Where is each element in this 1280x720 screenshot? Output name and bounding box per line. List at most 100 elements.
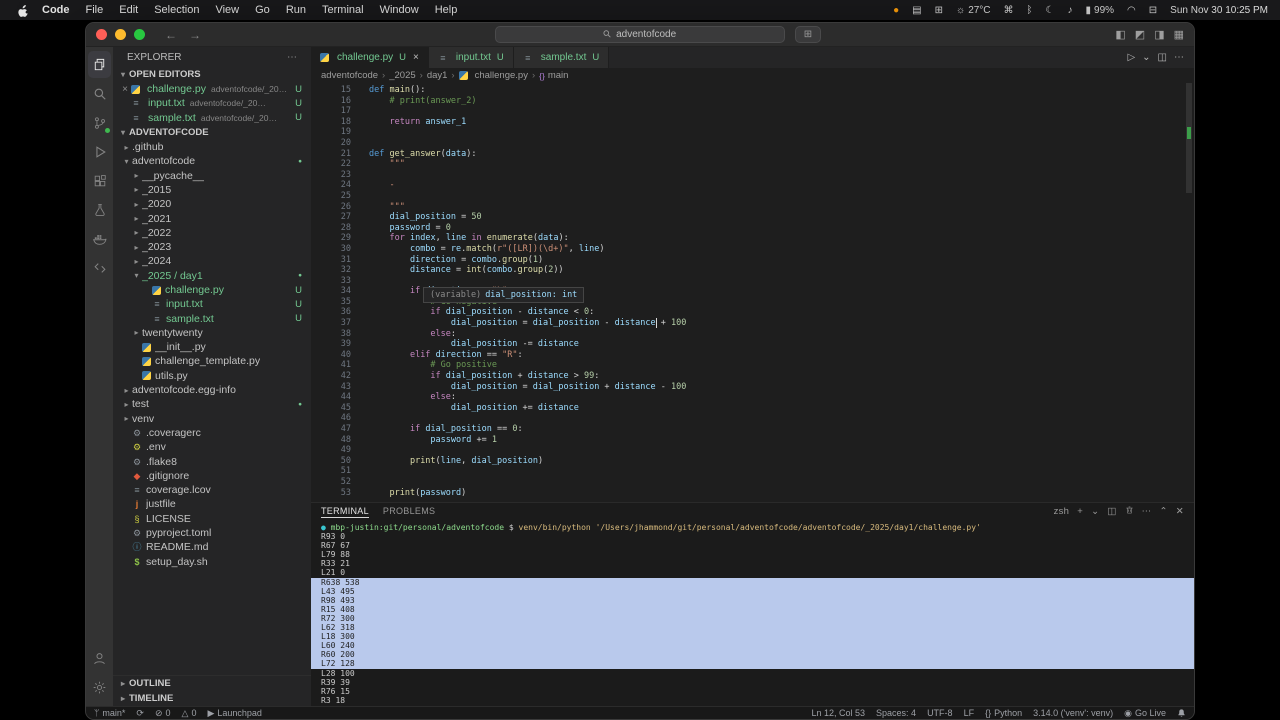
close-window-button[interactable] bbox=[96, 29, 107, 40]
tree-folder-twentytwenty[interactable]: ▸ twentytwenty bbox=[113, 326, 311, 340]
tree-folder-2024[interactable]: ▸ _2024 bbox=[113, 254, 311, 268]
tree-file-env[interactable]: ⚙ .env bbox=[113, 440, 311, 454]
toggle-primary-sidebar-button[interactable]: ◧ bbox=[1115, 28, 1125, 41]
toggle-panel-button[interactable]: ◩ bbox=[1135, 28, 1145, 41]
code-editor[interactable]: 15 def main(): 16 # print(answer_2) 17 18 re… bbox=[311, 83, 1194, 502]
activity-source-control[interactable] bbox=[88, 109, 111, 136]
sound-icon[interactable]: ♪ bbox=[1068, 5, 1073, 16]
menu-window[interactable]: Window bbox=[372, 4, 427, 16]
breadcrumb-item[interactable]: {} main bbox=[539, 70, 568, 81]
notifications-bell[interactable] bbox=[1177, 708, 1186, 718]
wifi-icon[interactable]: ◠ bbox=[1127, 5, 1136, 16]
terminal-more-button[interactable]: ⋯ bbox=[1142, 506, 1152, 517]
menu-view[interactable]: View bbox=[207, 4, 247, 16]
editor-more-button[interactable]: ⋯ bbox=[1174, 52, 1184, 63]
nav-forward-button[interactable]: → bbox=[183, 28, 207, 42]
tree-folder-test[interactable]: ▸ test ● bbox=[113, 397, 311, 411]
focus-mode-icon[interactable]: ☾ bbox=[1046, 5, 1055, 16]
customize-layout-button[interactable]: ▦ bbox=[1174, 28, 1184, 41]
tree-file-sample-txt[interactable]: ≡ sample.txt U bbox=[113, 311, 311, 325]
tab-challenge-py[interactable]: challenge.py U × bbox=[311, 47, 429, 68]
activity-testing[interactable] bbox=[88, 196, 111, 223]
explorer-more-actions-icon[interactable]: ⋯ bbox=[287, 52, 297, 63]
cursor-position-item[interactable]: Ln 12, Col 53 bbox=[811, 708, 865, 718]
activity-explorer[interactable] bbox=[88, 51, 111, 78]
kill-terminal-button[interactable] bbox=[1125, 505, 1134, 518]
command-center-extra-button[interactable]: ⊞ bbox=[795, 26, 821, 43]
clock-item[interactable]: Sun Nov 30 10:25 PM bbox=[1170, 5, 1268, 16]
bluetooth-icon[interactable]: ᛒ bbox=[1027, 5, 1033, 16]
tree-file-utils-py[interactable]: utils.py bbox=[113, 369, 311, 383]
open-editor-item[interactable]: ≡ input.txt adventofcode/_2025/day1 U bbox=[113, 96, 311, 110]
menu-help[interactable]: Help bbox=[427, 4, 466, 16]
close-panel-button[interactable]: ✕ bbox=[1176, 506, 1184, 517]
split-editor-button[interactable]: ◫ bbox=[1158, 52, 1167, 63]
menu-file[interactable]: File bbox=[78, 4, 112, 16]
activity-accounts[interactable] bbox=[88, 645, 111, 672]
zoom-window-button[interactable] bbox=[134, 29, 145, 40]
menu-go[interactable]: Go bbox=[247, 4, 278, 16]
open-editors-header[interactable]: ▾ OPEN EDITORS bbox=[113, 67, 311, 82]
menu-edit[interactable]: Edit bbox=[111, 4, 146, 16]
terminal-profile-dropdown[interactable]: ⌄ bbox=[1091, 506, 1099, 517]
open-editor-item[interactable]: ≡ sample.txt adventofcode/_2025/... U bbox=[113, 111, 311, 125]
launchpad-item[interactable]: ▶ Launchpad bbox=[207, 708, 261, 719]
tree-file-challenge-py[interactable]: challenge.py U bbox=[113, 283, 311, 297]
tree-folder-adventofcode-egg-info[interactable]: ▸ adventofcode.egg-info bbox=[113, 383, 311, 397]
go-live-item[interactable]: ◉ Go Live bbox=[1124, 708, 1166, 719]
tree-folder-adventofcode[interactable]: ▾ adventofcode ● bbox=[113, 154, 311, 168]
tree-file-init-py[interactable]: __init__.py bbox=[113, 340, 311, 354]
activity-run-and-debug[interactable] bbox=[88, 138, 111, 165]
tree-folder-2022[interactable]: ▸ _2022 bbox=[113, 226, 311, 240]
panel-tab-problems[interactable]: PROBLEMS bbox=[383, 506, 435, 518]
split-terminal-button[interactable]: ◫ bbox=[1107, 506, 1116, 517]
tree-folder-2021[interactable]: ▸ _2021 bbox=[113, 211, 311, 225]
maximize-panel-button[interactable]: ⌃ bbox=[1159, 506, 1167, 517]
terminal-shell-label[interactable]: zsh bbox=[1054, 506, 1070, 517]
breadcrumb-item[interactable]: day1 bbox=[427, 70, 448, 81]
outline-section-header[interactable]: ▸ OUTLINE bbox=[113, 676, 311, 691]
language-mode-item[interactable]: {} Python bbox=[985, 708, 1022, 718]
errors-item[interactable]: ⊘ 0 bbox=[155, 708, 171, 719]
tree-file-gitignore[interactable]: ◆ .gitignore bbox=[113, 469, 311, 483]
eol-item[interactable]: LF bbox=[964, 708, 975, 718]
sync-changes-item[interactable]: ⟳ bbox=[136, 708, 144, 719]
apple-menu[interactable] bbox=[12, 4, 34, 17]
run-dropdown[interactable]: ⌄ bbox=[1142, 52, 1150, 63]
activity-settings[interactable] bbox=[88, 674, 111, 701]
encoding-item[interactable]: UTF-8 bbox=[927, 708, 953, 718]
weather-item[interactable]: ☼ 27°C bbox=[956, 5, 991, 16]
tree-folder-venv[interactable]: ▸ venv bbox=[113, 412, 311, 426]
run-file-button[interactable]: ▷ bbox=[1127, 52, 1135, 63]
tree-file-justfile[interactable]: j justfile bbox=[113, 497, 311, 511]
activity-remote-explorer[interactable] bbox=[88, 254, 111, 281]
battery-item[interactable]: ▮ 99% bbox=[1086, 5, 1115, 16]
activity-search[interactable] bbox=[88, 80, 111, 107]
open-editor-item[interactable]: × challenge.py adventofcode/_202... U bbox=[113, 82, 311, 96]
menu-run[interactable]: Run bbox=[278, 4, 314, 16]
tree-folder-2020[interactable]: ▸ _2020 bbox=[113, 197, 311, 211]
toggle-secondary-sidebar-button[interactable]: ◨ bbox=[1154, 28, 1164, 41]
tree-file-input-txt[interactable]: ≡ input.txt U bbox=[113, 297, 311, 311]
tab-sample-txt[interactable]: ≡ sample.txt U bbox=[513, 47, 610, 68]
command-center-search[interactable]: ⚲ adventofcode bbox=[495, 26, 785, 43]
indentation-item[interactable]: Spaces: 4 bbox=[876, 708, 916, 718]
breadcrumb-item[interactable]: _2025 bbox=[389, 70, 415, 81]
screen-record-indicator[interactable]: ● bbox=[893, 5, 899, 16]
terminal-output[interactable]: ● mbp-justin:git/personal/adventofcode $… bbox=[311, 520, 1194, 706]
tree-file-challenge-template-py[interactable]: challenge_template.py bbox=[113, 354, 311, 368]
minimize-window-button[interactable] bbox=[115, 29, 126, 40]
close-icon[interactable]: × bbox=[413, 52, 419, 63]
tree-file-coverage-lcov[interactable]: ≡ coverage.lcov bbox=[113, 483, 311, 497]
python-interpreter-item[interactable]: 3.14.0 ('venv': venv) bbox=[1033, 708, 1113, 718]
tree-folder-github[interactable]: ▸ .github bbox=[113, 140, 311, 154]
git-branch-item[interactable]: ᛘ main* bbox=[94, 708, 125, 718]
breadcrumb-item[interactable]: adventofcode bbox=[321, 70, 378, 81]
control-center-icon[interactable]: ⊟ bbox=[1149, 5, 1157, 16]
warnings-item[interactable]: △ 0 bbox=[182, 708, 197, 719]
tree-file-license[interactable]: § LICENSE bbox=[113, 512, 311, 526]
tree-folder-2023[interactable]: ▸ _2023 bbox=[113, 240, 311, 254]
close-icon[interactable]: × bbox=[119, 84, 131, 95]
activity-extensions[interactable] bbox=[88, 167, 111, 194]
screen-mirroring-icon[interactable]: ⊞ bbox=[935, 5, 943, 16]
